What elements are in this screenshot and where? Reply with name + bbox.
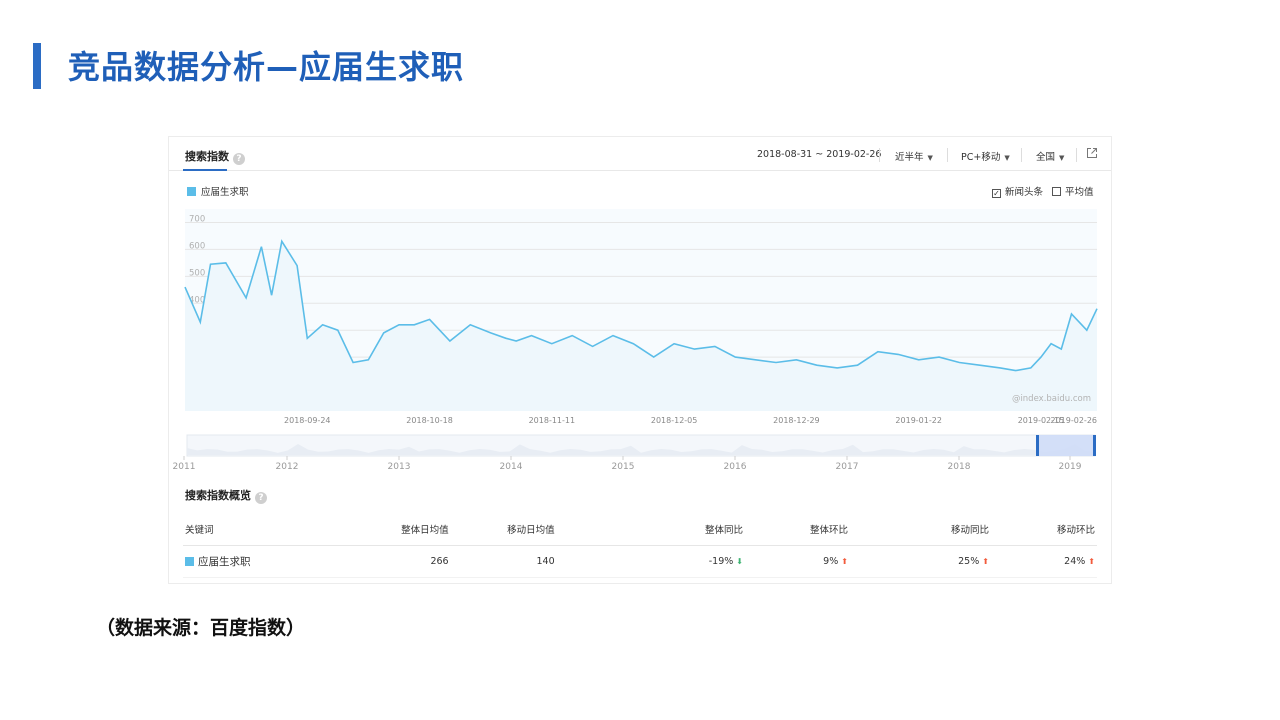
data-source-note: （数据来源：百度指数） xyxy=(96,617,306,639)
keyword-swatch xyxy=(185,556,194,566)
page-title: 竞品数据分析—应届生求职 xyxy=(68,48,465,86)
export-icon[interactable] xyxy=(1086,147,1098,159)
news-headline-checkbox[interactable]: ✓ 新闻头条 xyxy=(992,184,1043,198)
column-header-overall-mom: 整体环比 xyxy=(744,513,850,546)
overview-year-label: 2015 xyxy=(612,462,635,472)
divider xyxy=(1076,148,1077,162)
overview-year-label: 2017 xyxy=(836,462,859,472)
x-tick-label: 2018-12-29 xyxy=(773,416,820,425)
divider xyxy=(1021,148,1022,162)
overview-year-label: 2018 xyxy=(948,462,971,472)
overview-year-label: 2014 xyxy=(500,462,523,472)
baidu-index-panel: 搜索指数? 2018-08-31 ~ 2019-02-26 近半年 ▼ PC+移动… xyxy=(168,136,1112,584)
device-value: PC+移动 xyxy=(961,152,1001,163)
cell-mobile-mom: 24% ⬆ xyxy=(990,545,1097,578)
overview-year-label: 2019 xyxy=(1059,462,1082,472)
x-tick-label: 2018-12-05 xyxy=(651,416,698,425)
cell-mobile-avg: 140 xyxy=(450,545,557,578)
region-value: 全国 xyxy=(1036,152,1056,163)
x-tick-label: 2018-09-24 xyxy=(284,416,331,425)
table-row[interactable]: 应届生求职 266 140 -19% ⬇ 9% ⬆ 25% ⬆ 24% ⬆ xyxy=(183,545,1097,578)
column-header-mobile-avg: 移动日均值 xyxy=(450,513,557,546)
overview-year-label: 2012 xyxy=(276,462,299,472)
checkbox-checked-icon: ✓ xyxy=(992,189,1001,198)
column-header-mobile-yoy: 移动同比 xyxy=(849,513,991,546)
cell-keyword: 应届生求职 xyxy=(183,545,338,578)
overall-mom-value: 9% xyxy=(823,555,839,567)
tab-label: 搜索指数 xyxy=(185,150,229,163)
y-tick-label: 600 xyxy=(189,241,205,251)
cell-overall-avg: 266 xyxy=(337,545,451,578)
tab-search-index[interactable]: 搜索指数? xyxy=(185,148,245,165)
y-tick-label: 500 xyxy=(189,268,205,278)
news-headline-label: 新闻头条 xyxy=(1005,187,1044,198)
column-header-overall-avg: 整体日均值 xyxy=(337,513,451,546)
arrow-down-icon: ⬇ xyxy=(736,556,743,566)
panel-header: 搜索指数? 2018-08-31 ~ 2019-02-26 近半年 ▼ PC+移动… xyxy=(169,137,1111,171)
search-index-chart[interactable]: 100200300400500600700 @index.baidu.com 2… xyxy=(169,205,1113,495)
watermark: @index.baidu.com xyxy=(1012,394,1091,404)
x-axis-labels: 2018-09-24 2018-10-18 2018-11-11 2018-12-05… xyxy=(284,416,1097,425)
arrow-up-icon: ⬆ xyxy=(1088,556,1095,566)
average-checkbox[interactable]: 平均值 xyxy=(1052,184,1094,198)
period-select[interactable]: 近半年 ▼ xyxy=(895,149,933,163)
date-range-picker[interactable]: 2018-08-31 ~ 2019-02-26 xyxy=(757,149,881,160)
arrow-up-icon: ⬆ xyxy=(982,556,989,566)
region-select[interactable]: 全国 ▼ xyxy=(1036,149,1064,163)
mobile-yoy-value: 25% xyxy=(958,555,980,567)
legend-label: 应届生求职 xyxy=(201,187,249,198)
column-header-keyword: 关键词 xyxy=(183,513,338,546)
cell-overall-mom: 9% ⬆ xyxy=(744,545,850,578)
cell-overall-yoy: -19% ⬇ xyxy=(556,545,745,578)
y-tick-label: 700 xyxy=(189,214,205,224)
keyword-text: 应届生求职 xyxy=(198,555,251,568)
x-tick-label: 2018-11-11 xyxy=(529,416,576,425)
overview-section-title: 搜索指数概览? xyxy=(185,487,267,504)
title-accent-bar xyxy=(33,43,41,89)
overview-timeline[interactable]: 2011 2012 2013 2014 2015 2016 2017 2018 2019 xyxy=(173,434,1096,472)
overview-year-label: 2011 xyxy=(173,462,196,472)
x-tick-label: 2019-02-26 xyxy=(1051,416,1098,425)
help-icon[interactable]: ? xyxy=(233,153,245,165)
period-value: 近半年 xyxy=(895,152,924,163)
overview-table: 关键词 整体日均值 移动日均值 整体同比 整体环比 移动同比 移动环比 应届生求… xyxy=(183,513,1097,578)
average-label: 平均值 xyxy=(1065,187,1094,198)
arrow-up-icon: ⬆ xyxy=(841,556,848,566)
overall-yoy-value: -19% xyxy=(708,555,734,567)
overview-handle-right xyxy=(1093,435,1096,456)
mobile-mom-value: 24% xyxy=(1064,555,1086,567)
chevron-down-icon: ▼ xyxy=(927,154,933,162)
overview-year-label: 2016 xyxy=(724,462,747,472)
table-header-row: 关键词 整体日均值 移动日均值 整体同比 整体环比 移动同比 移动环比 xyxy=(183,513,1097,546)
chevron-down-icon: ▼ xyxy=(1059,154,1065,162)
x-tick-label: 2018-10-18 xyxy=(406,416,453,425)
chevron-down-icon: ▼ xyxy=(1004,154,1010,162)
tab-active-underline xyxy=(183,169,227,171)
column-header-overall-yoy: 整体同比 xyxy=(556,513,745,546)
divider xyxy=(879,148,880,162)
overview-title: 搜索指数概览 xyxy=(185,489,251,502)
chart-legend[interactable]: 应届生求职 xyxy=(187,184,249,198)
cell-mobile-yoy: 25% ⬆ xyxy=(849,545,991,578)
legend-swatch xyxy=(187,187,196,196)
x-tick-label: 2019-01-22 xyxy=(895,416,942,425)
overview-year-label: 2013 xyxy=(388,462,411,472)
column-header-mobile-mom: 移动环比 xyxy=(990,513,1097,546)
help-icon[interactable]: ? xyxy=(255,492,267,504)
device-select[interactable]: PC+移动 ▼ xyxy=(961,149,1010,163)
checkbox-empty-icon xyxy=(1052,187,1061,196)
divider xyxy=(947,148,948,162)
overview-selection xyxy=(1037,435,1095,456)
overview-handle-left xyxy=(1036,435,1039,456)
